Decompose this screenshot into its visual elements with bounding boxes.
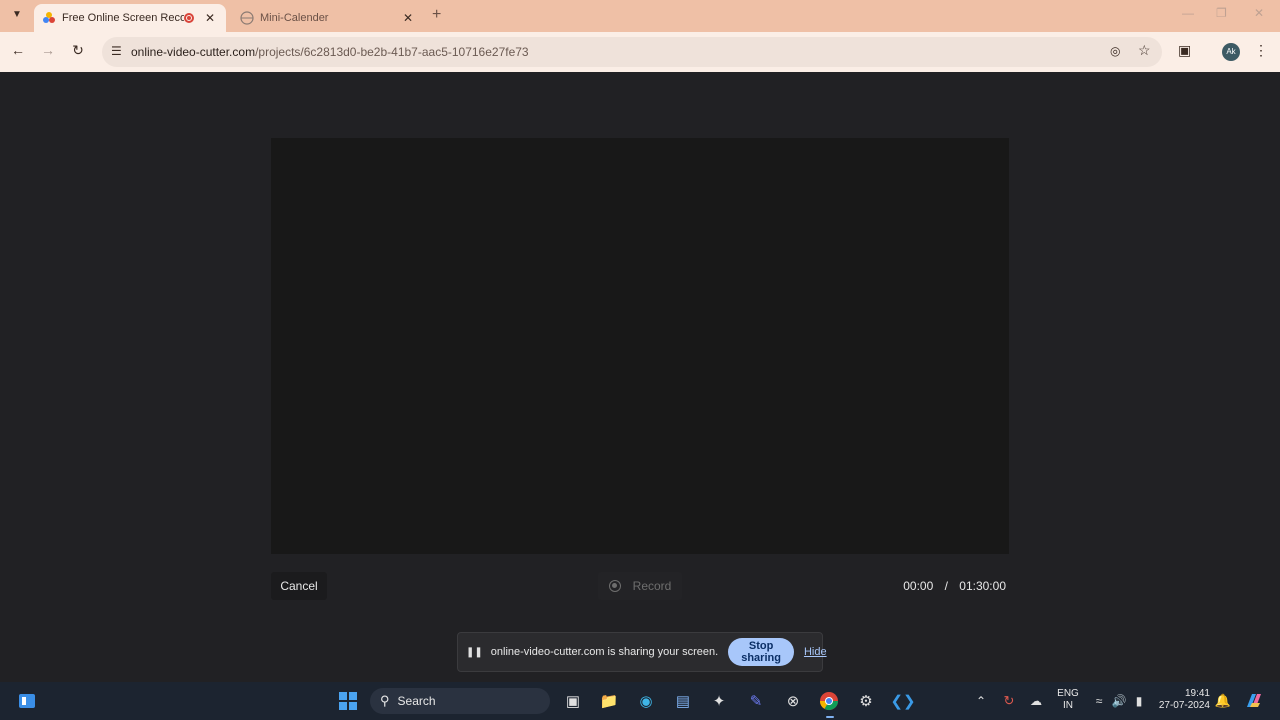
minimize-icon[interactable]: —: [1182, 6, 1194, 20]
tab-strip: ▼ Free Online Screen Recorde ✕ Mini-Cale…: [0, 0, 1280, 32]
back-icon[interactable]: ←: [8, 42, 28, 58]
search-icon: ⚲: [380, 693, 390, 708]
url-text: online-video-cutter.com/projects/6c2813d…: [131, 45, 529, 59]
tab-mini-calender[interactable]: Mini-Calender ✕: [232, 4, 424, 32]
lang-region: IN: [1063, 700, 1073, 711]
screen-share-bar: ❚❚ online-video-cutter.com is sharing yo…: [457, 632, 827, 672]
hide-link[interactable]: Hide: [804, 646, 827, 658]
windows-start-icon[interactable]: [337, 690, 359, 712]
tab-screen-recorder[interactable]: Free Online Screen Recorde ✕: [34, 4, 226, 32]
new-tab-icon[interactable]: +: [432, 6, 441, 24]
taskbar-search[interactable]: ⚲ Search: [370, 688, 550, 714]
settings-gear-icon[interactable]: ⚙: [855, 690, 877, 712]
battery-icon[interactable]: ▮: [1128, 690, 1150, 712]
pause-icon: ❚❚: [466, 646, 483, 658]
clock[interactable]: 19:41 27-07-2024: [1154, 688, 1210, 712]
tab-title: Mini-Calender: [260, 12, 329, 24]
stop-sharing-button[interactable]: Stop sharing: [728, 638, 794, 666]
time-limit: 01:30:00: [959, 579, 1006, 593]
sync-icon[interactable]: ↻: [998, 690, 1020, 712]
search-label: Search: [397, 694, 436, 708]
editor-icon[interactable]: ✎: [745, 690, 767, 712]
volume-icon[interactable]: 🔊: [1108, 690, 1130, 712]
recording-timer: 00:00 / 01:30:00: [880, 579, 1010, 593]
store-icon[interactable]: ▤: [672, 690, 694, 712]
taskbar: ⚲ Search ▣ 📁 ◉ ▤ ✦ ✎ ⊗ ⚙ ❮❯ ⌃ ↻ ☁ ENG IN…: [0, 682, 1280, 720]
video-preview: [271, 138, 1009, 554]
record-icon: [608, 580, 621, 592]
timer-separator: /: [944, 579, 948, 593]
recording-indicator-icon: [184, 13, 194, 23]
avatar[interactable]: Ak: [1222, 43, 1240, 61]
chevron-up-icon[interactable]: ⌃: [970, 690, 992, 712]
eye-off-icon[interactable]: ◎: [1110, 44, 1120, 58]
wifi-icon[interactable]: ≈: [1088, 690, 1110, 712]
edge-icon[interactable]: ◉: [635, 690, 657, 712]
globe-icon: [240, 11, 254, 25]
notification-bell-icon[interactable]: 🔔: [1212, 690, 1234, 712]
close-tab-icon[interactable]: ✕: [400, 11, 416, 25]
clock-date: 27-07-2024: [1158, 700, 1210, 711]
cancel-button[interactable]: Cancel: [271, 572, 327, 600]
tab-title: Free Online Screen Recorde: [62, 12, 184, 24]
restore-icon[interactable]: ❐: [1216, 6, 1227, 20]
browser-toolbar: ← → ↻ ☰ online-video-cutter.com/projects…: [0, 32, 1280, 72]
close-tab-icon[interactable]: ✕: [202, 11, 218, 25]
tab-search-icon[interactable]: ▼: [8, 6, 26, 24]
recorder-page: Cancel Record 00:00 / 01:30:00 ❚❚ online…: [0, 72, 1280, 682]
share-message: online-video-cutter.com is sharing your …: [490, 646, 719, 658]
address-bar[interactable]: ☰ online-video-cutter.com/projects/6c281…: [102, 37, 1162, 67]
active-app-indicator: [826, 716, 834, 718]
extensions-icon[interactable]: ▣: [1178, 42, 1191, 59]
chrome-icon[interactable]: [818, 690, 840, 712]
close-window-icon[interactable]: ✕: [1254, 6, 1264, 20]
task-view-icon[interactable]: ▣: [562, 690, 584, 712]
clock-time: 19:41: [1184, 688, 1210, 699]
app-icon[interactable]: ✦: [708, 690, 730, 712]
site-info-icon[interactable]: ☰: [111, 44, 122, 58]
bookmark-star-icon[interactable]: ☆: [1138, 42, 1151, 59]
record-label: Record: [632, 579, 672, 593]
xbox-icon[interactable]: ⊗: [782, 690, 804, 712]
more-menu-icon[interactable]: ⋮: [1254, 42, 1268, 59]
cloud-off-icon[interactable]: ☁: [1025, 690, 1047, 712]
favicon-icon: [42, 11, 56, 25]
widgets-icon[interactable]: [16, 690, 38, 712]
record-button[interactable]: Record: [598, 572, 682, 600]
vscode-icon[interactable]: ❮❯: [890, 690, 915, 712]
lang-code: ENG: [1057, 688, 1079, 699]
language-indicator[interactable]: ENG IN: [1056, 688, 1080, 712]
forward-icon[interactable]: →: [38, 42, 58, 58]
file-explorer-icon[interactable]: 📁: [598, 690, 620, 712]
copilot-icon[interactable]: [1243, 690, 1265, 712]
elapsed-time: 00:00: [903, 579, 934, 593]
reload-icon[interactable]: ↻: [68, 42, 88, 59]
